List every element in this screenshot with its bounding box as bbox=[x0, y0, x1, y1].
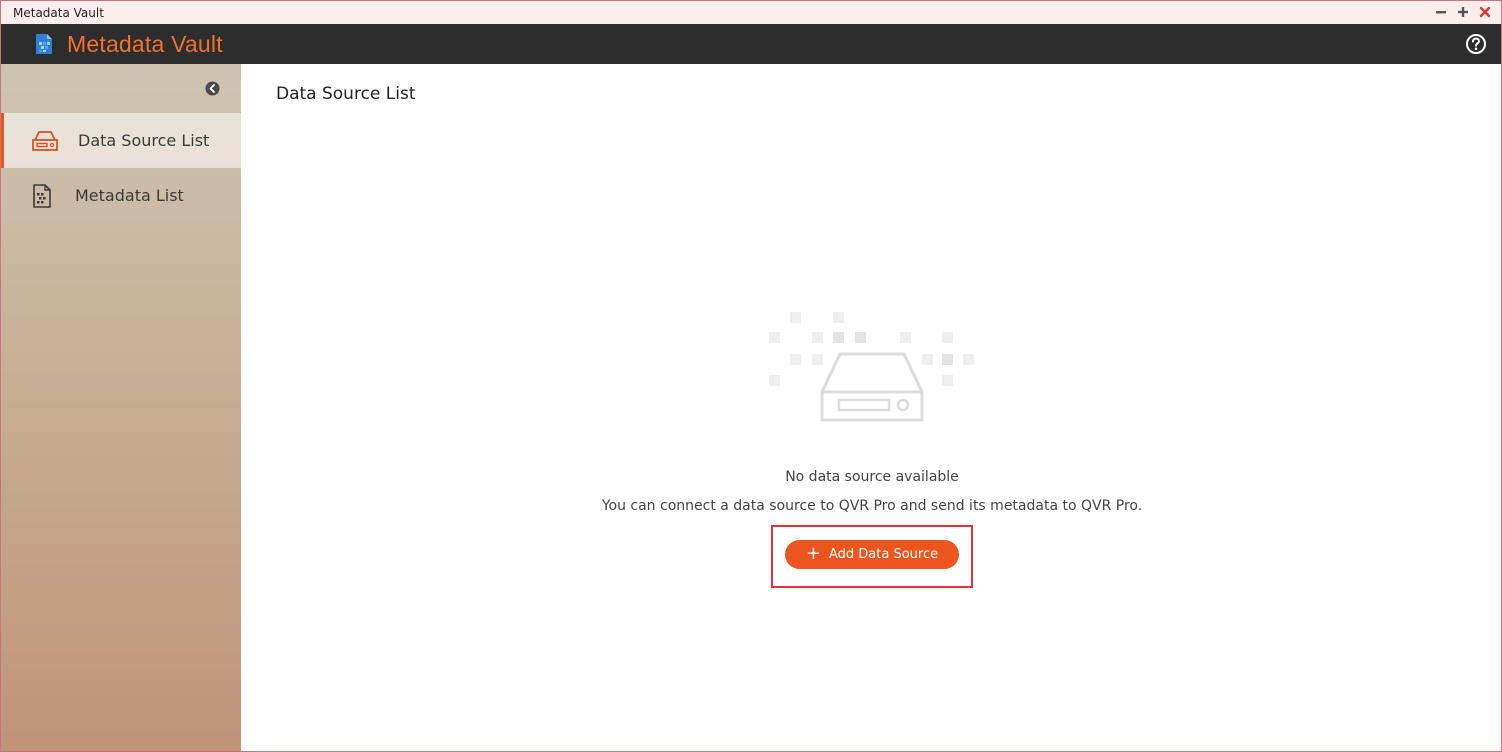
empty-state-title: No data source available bbox=[785, 469, 959, 485]
sidebar-collapse-button[interactable] bbox=[205, 81, 220, 96]
drive-icon bbox=[32, 130, 58, 151]
chevron-left-icon bbox=[205, 81, 220, 96]
maximize-button[interactable] bbox=[1455, 4, 1471, 20]
app-name: Metadata Vault bbox=[67, 30, 223, 57]
empty-state-drive-icon bbox=[769, 312, 974, 422]
minimize-button[interactable] bbox=[1433, 4, 1449, 20]
sidebar-item-label: Data Source List bbox=[78, 131, 210, 150]
window-controls bbox=[1433, 4, 1493, 20]
app-window: Metadata Vault Metadata Vault Data Sourc… bbox=[0, 0, 1502, 752]
add-data-source-button[interactable]: + Add Data Source bbox=[785, 540, 959, 569]
close-icon bbox=[1479, 6, 1491, 18]
page-title: Data Source List bbox=[276, 84, 416, 104]
main-content: Data Source List No data source availabl… bbox=[241, 64, 1501, 751]
plus-icon: + bbox=[805, 542, 821, 564]
empty-state-description: You can connect a data source to QVR Pro… bbox=[601, 498, 1143, 514]
sidebar-item-label: Metadata List bbox=[75, 186, 184, 205]
sidebar-item-data-source-list[interactable]: Data Source List bbox=[1, 113, 241, 168]
app-header: Metadata Vault bbox=[1, 24, 1501, 64]
window-title: Metadata Vault bbox=[13, 5, 104, 20]
maximize-icon bbox=[1458, 7, 1468, 17]
window-titlebar[interactable]: Metadata Vault bbox=[1, 1, 1501, 24]
minimize-icon bbox=[1436, 11, 1446, 14]
sidebar: Data Source List Metadata List bbox=[1, 64, 241, 751]
help-button[interactable] bbox=[1465, 33, 1487, 55]
add-data-source-label: Add Data Source bbox=[828, 547, 939, 562]
metadata-vault-logo-icon bbox=[36, 34, 52, 54]
sidebar-item-metadata-list[interactable]: Metadata List bbox=[1, 168, 241, 223]
close-button[interactable] bbox=[1477, 4, 1493, 20]
help-icon bbox=[1466, 34, 1486, 54]
document-grid-icon bbox=[33, 183, 51, 208]
